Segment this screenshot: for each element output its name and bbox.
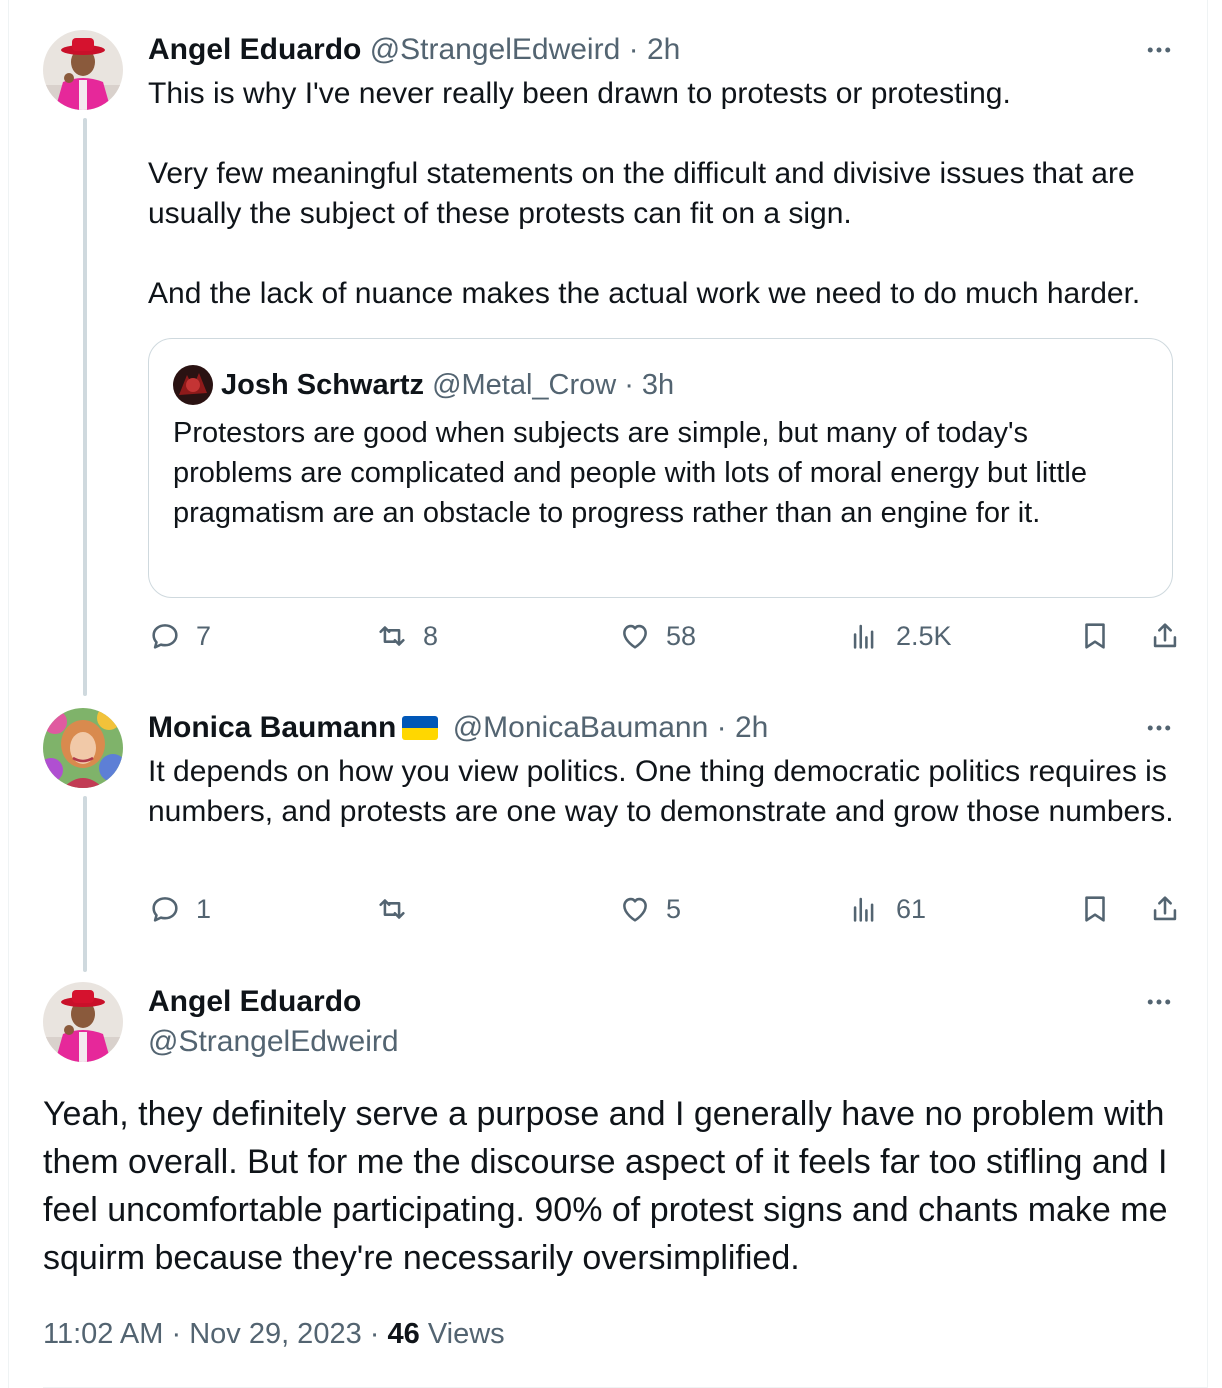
reply-button[interactable]: 7 bbox=[148, 619, 211, 653]
main-author-block: Angel Eduardo @StrangelEdweird bbox=[148, 982, 399, 1062]
post-time[interactable]: 11:02 AM bbox=[43, 1318, 163, 1350]
quote-time: 3h bbox=[641, 369, 675, 401]
share-icon bbox=[1153, 623, 1177, 648]
views-count: 46 bbox=[387, 1318, 420, 1350]
repost-button[interactable] bbox=[375, 892, 423, 926]
bookmark-button[interactable] bbox=[1078, 619, 1112, 653]
post-time[interactable]: 2h bbox=[647, 33, 680, 66]
post-date[interactable]: Nov 29, 2023 bbox=[189, 1318, 362, 1350]
author-name[interactable]: Angel Eduardo bbox=[148, 982, 399, 1022]
avatar[interactable] bbox=[43, 708, 123, 788]
share-icon bbox=[1153, 896, 1177, 921]
more-options-icon[interactable] bbox=[1141, 710, 1177, 746]
avatar[interactable] bbox=[43, 30, 123, 110]
analytics-icon bbox=[853, 624, 874, 649]
thread-connector bbox=[83, 118, 87, 696]
bookmark-button[interactable] bbox=[1078, 892, 1112, 926]
share-button[interactable] bbox=[1148, 892, 1182, 926]
reply-button[interactable]: 1 bbox=[148, 892, 211, 926]
ukraine-flag-icon bbox=[402, 716, 439, 740]
like-count: 58 bbox=[666, 620, 697, 651]
reply-count: 1 bbox=[196, 893, 212, 924]
post-timestamp: 11:02 AM · Nov 29, 2023 · 46 Views bbox=[43, 1314, 505, 1354]
post-time[interactable]: 2h bbox=[735, 711, 768, 744]
quote-header: Josh Schwartz @Metal_Crow · 3h bbox=[173, 365, 1148, 405]
separator-dot: · bbox=[716, 711, 727, 744]
views-count: 61 bbox=[896, 893, 927, 924]
more-options-icon[interactable] bbox=[1141, 984, 1177, 1020]
reply-count: 7 bbox=[196, 620, 212, 651]
views-button[interactable]: 2.5K bbox=[848, 619, 952, 653]
separator-dot: · bbox=[369, 1318, 380, 1350]
author-handle[interactable]: @StrangelEdweird bbox=[370, 33, 621, 66]
separator-dot: · bbox=[628, 33, 639, 66]
author-handle[interactable]: @StrangelEdweird bbox=[148, 1022, 399, 1062]
post-text: This is why I've never really been drawn… bbox=[148, 77, 1141, 310]
bookmark-icon bbox=[1085, 623, 1105, 649]
repost-icon bbox=[379, 626, 405, 646]
quote-avatar bbox=[173, 365, 213, 405]
thread-post: Monica Baumann @MonicaBaumann · 2h It de… bbox=[148, 708, 1177, 832]
thread-post: Angel Eduardo @StrangelEdweird · 2h This… bbox=[148, 30, 1177, 314]
like-button[interactable]: 58 bbox=[618, 619, 696, 653]
reply-icon bbox=[152, 624, 178, 649]
views-label: Views bbox=[427, 1318, 505, 1350]
separator-dot: · bbox=[624, 369, 634, 401]
analytics-icon bbox=[853, 897, 874, 922]
quote-tweet-card[interactable]: Josh Schwartz @Metal_Crow · 3h Protestor… bbox=[148, 338, 1173, 598]
repost-icon bbox=[379, 899, 405, 919]
share-button[interactable] bbox=[1148, 619, 1182, 653]
post-header: Monica Baumann @MonicaBaumann · 2h bbox=[148, 708, 1177, 748]
post-text: It depends on how you view politics. One… bbox=[148, 755, 1176, 828]
post-header: Angel Eduardo @StrangelEdweird · 2h bbox=[148, 30, 1177, 70]
heart-icon bbox=[623, 897, 647, 922]
bookmark-icon bbox=[1085, 896, 1105, 922]
author-handle[interactable]: @MonicaBaumann bbox=[453, 711, 709, 744]
quote-author-handle: @Metal_Crow bbox=[432, 369, 617, 401]
more-options-icon[interactable] bbox=[1141, 32, 1177, 68]
reply-icon bbox=[152, 897, 178, 922]
action-bar: 7 8 58 2.5K bbox=[148, 619, 1184, 669]
views-count: 2.5K bbox=[896, 620, 952, 651]
like-button[interactable]: 5 bbox=[618, 892, 681, 926]
thread-connector bbox=[83, 796, 87, 972]
like-count: 5 bbox=[666, 893, 682, 924]
heart-icon bbox=[623, 624, 647, 649]
repost-count: 8 bbox=[423, 620, 439, 651]
author-name[interactable]: Monica Baumann bbox=[148, 711, 396, 744]
separator-dot: · bbox=[171, 1318, 182, 1350]
views-button[interactable]: 61 bbox=[848, 892, 926, 926]
avatar[interactable] bbox=[43, 982, 123, 1062]
main-post-text: Yeah, they definitely serve a purpose an… bbox=[43, 1095, 1168, 1277]
quote-author-name: Josh Schwartz bbox=[221, 369, 425, 401]
thread-page: Angel Eduardo @StrangelEdweird · 2h This… bbox=[8, 0, 1208, 1388]
author-name[interactable]: Angel Eduardo bbox=[148, 33, 361, 66]
repost-button[interactable]: 8 bbox=[375, 619, 438, 653]
quote-text: Protestors are good when subjects are si… bbox=[173, 417, 1087, 529]
action-bar: 1 5 61 bbox=[148, 892, 1184, 942]
